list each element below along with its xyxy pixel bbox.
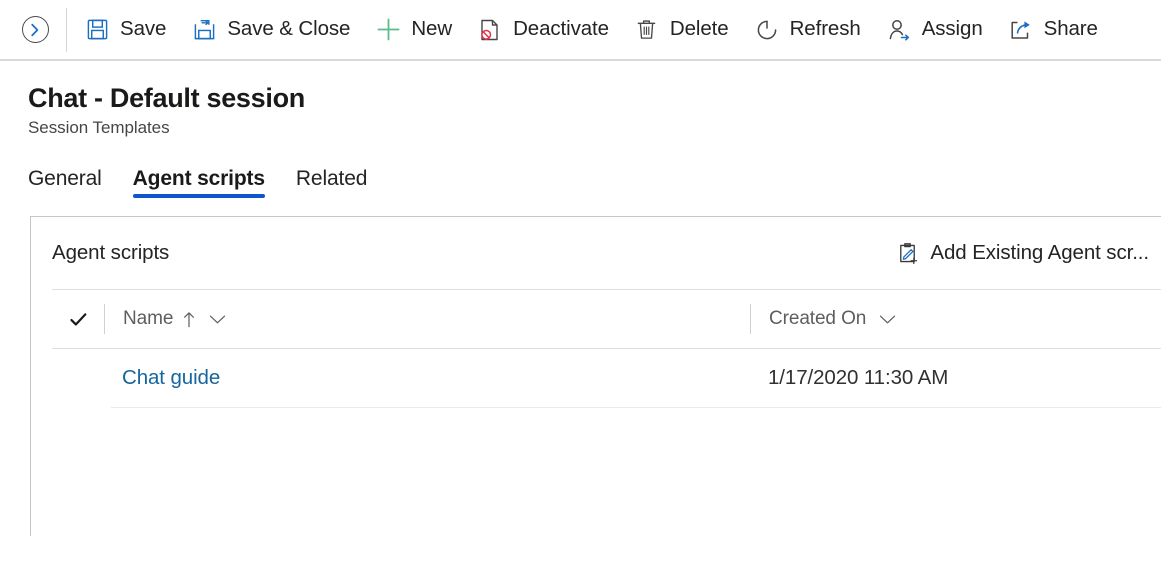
save-and-close-icon — [190, 16, 218, 44]
save-button-label: Save — [120, 17, 167, 41]
agent-scripts-card-header: Agent scripts Add Existing Agent scr... — [31, 217, 1161, 289]
save-and-close-button[interactable]: Save & Close — [178, 0, 362, 60]
refresh-button[interactable]: Refresh — [741, 0, 873, 60]
save-and-close-button-label: Save & Close — [227, 17, 351, 41]
deactivate-icon — [476, 16, 504, 44]
tab-general[interactable]: General — [28, 168, 102, 198]
column-header-name-label: Name — [123, 308, 174, 330]
select-all-rows-checkbox[interactable] — [52, 310, 104, 329]
row-name-link[interactable]: Chat guide — [122, 366, 220, 389]
arrow-up-icon — [182, 311, 196, 328]
agent-scripts-card-title: Agent scripts — [52, 241, 170, 265]
command-bar-divider — [66, 7, 67, 52]
refresh-button-label: Refresh — [789, 17, 861, 41]
tab-related[interactable]: Related — [296, 168, 367, 198]
table-row[interactable]: Chat guide 1/17/2020 11:30 AM — [31, 349, 1161, 407]
page-subtitle: Session Templates — [28, 118, 170, 138]
add-existing-agent-script-label: Add Existing Agent scr... — [930, 240, 1149, 264]
form-tabs: General Agent scripts Related — [0, 160, 1161, 199]
deactivate-button-label: Deactivate — [513, 17, 609, 41]
column-header-created-on-menu-chevron-down-icon[interactable] — [879, 314, 896, 325]
share-button-label: Share — [1043, 17, 1098, 41]
column-header-created-on-label: Created On — [769, 308, 867, 330]
agent-scripts-card-actions: Add Existing Agent scr... — [881, 229, 1161, 277]
tab-agent-scripts[interactable]: Agent scripts — [132, 168, 266, 199]
column-header-name[interactable]: Name — [104, 304, 750, 335]
chevron-right-circle-icon — [21, 16, 49, 43]
row-created-on-value: 1/17/2020 11:30 AM — [768, 366, 949, 390]
agent-scripts-card: Agent scripts Add Existing Agent scr... — [30, 216, 1161, 537]
page-header: Chat - Default session Session Templates — [0, 61, 1161, 138]
add-existing-clipboard-icon — [893, 239, 921, 267]
assign-button-label: Assign — [921, 17, 983, 41]
column-header-name-menu-chevron-down-icon[interactable] — [209, 314, 226, 325]
command-bar-buttons: Save Save & Close New Deactivate Delete … — [71, 0, 1110, 60]
delete-button-label: Delete — [669, 17, 729, 41]
delete-button[interactable]: Delete — [621, 0, 741, 60]
plus-icon — [374, 16, 402, 44]
save-button[interactable]: Save — [71, 0, 178, 60]
column-header-created-on[interactable]: Created On — [750, 304, 1161, 335]
row-cell-created-on: 1/17/2020 11:30 AM — [750, 366, 1161, 390]
share-button[interactable]: Share — [995, 0, 1110, 60]
expand-navigation-button[interactable] — [10, 0, 60, 60]
page-title: Chat - Default session — [28, 83, 305, 113]
grid-column-headers: Name Created On — [31, 290, 1161, 348]
save-icon — [83, 16, 111, 44]
grid-row-separator — [111, 407, 1161, 409]
new-button[interactable]: New — [362, 0, 464, 60]
trash-icon — [633, 16, 661, 44]
command-bar: Save Save & Close New Deactivate Delete … — [0, 0, 1161, 61]
add-existing-agent-script-button[interactable]: Add Existing Agent scr... — [881, 229, 1161, 277]
refresh-icon — [753, 16, 781, 44]
row-cell-name: Chat guide — [104, 366, 750, 390]
assign-button[interactable]: Assign — [873, 0, 995, 60]
assign-user-icon — [885, 16, 913, 44]
deactivate-button[interactable]: Deactivate — [464, 0, 621, 60]
share-icon — [1007, 16, 1035, 44]
new-button-label: New — [411, 17, 453, 41]
